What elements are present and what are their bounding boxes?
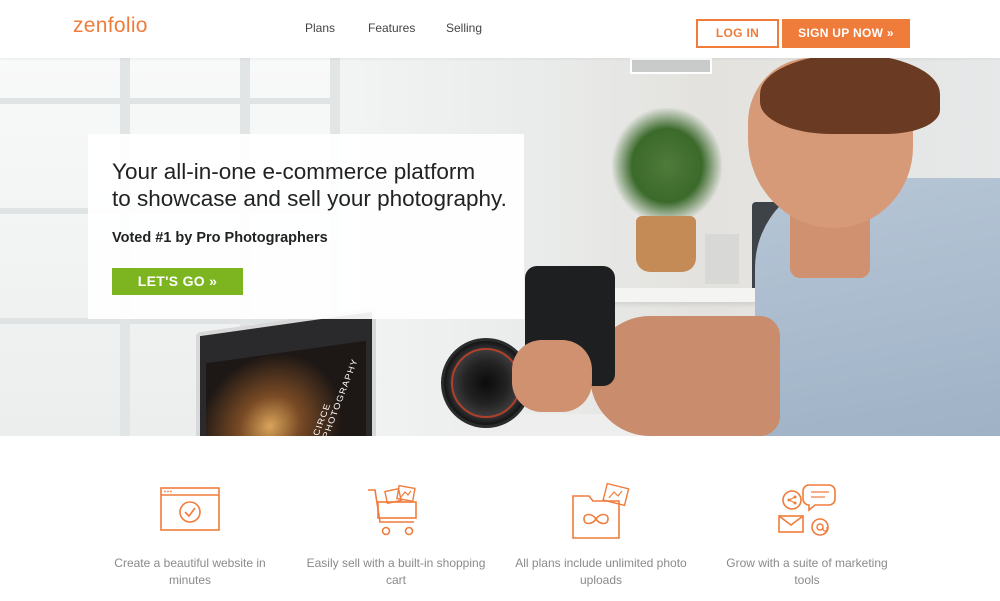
feature-uploads-line2: uploads <box>579 573 623 587</box>
plant-image <box>612 108 722 223</box>
unlimited-folder-icon <box>572 482 630 539</box>
hero-card: Your all-in-one e-commerce platform to s… <box>88 134 524 319</box>
marketing-icon <box>778 484 836 536</box>
shopping-cart-icon <box>368 484 417 536</box>
features-section: Create a beautiful website in minutes Ea… <box>0 436 1000 601</box>
lets-go-button[interactable]: LET'S GO » <box>112 268 243 295</box>
photographer-arm <box>590 316 780 436</box>
nav-plans[interactable]: Plans <box>305 21 335 35</box>
photographer-hand <box>512 340 592 412</box>
nav-features[interactable]: Features <box>368 21 415 35</box>
feature-marketing-line1: Grow with a suite of marketing <box>726 556 888 570</box>
feature-shopping-cart: Easily sell with a built-in shopping car… <box>306 482 486 589</box>
login-button[interactable]: LOG IN <box>696 19 779 48</box>
site-header: zenfolio Plans Features Selling LOG IN S… <box>0 0 1000 58</box>
nav-selling[interactable]: Selling <box>446 21 482 35</box>
hero-title: Your all-in-one e-commerce platform to s… <box>112 158 532 212</box>
feature-uploads-line1: All plans include unlimited photo <box>515 556 687 570</box>
feature-website-line2: minutes <box>168 573 212 587</box>
plant-pot <box>636 216 696 272</box>
feature-website-line1: Create a beautiful website in <box>114 556 266 570</box>
hero-subtitle: Voted #1 by Pro Photographers <box>112 230 328 246</box>
website-check-icon <box>160 487 220 531</box>
feature-marketing-line2: tools <box>794 573 820 587</box>
feature-cart-line1: Easily sell with a built-in shopping <box>306 556 486 570</box>
camera-lens-ring <box>451 348 521 418</box>
hero-title-line1: Your all-in-one e-commerce platform <box>112 159 476 184</box>
pencil-cup <box>705 234 739 284</box>
hero-title-line2: to showcase and sell your photography. <box>112 186 507 211</box>
signup-button[interactable]: SIGN UP NOW » <box>782 19 910 48</box>
wall-picture <box>630 58 712 74</box>
feature-website: Create a beautiful website in minutes <box>100 482 280 589</box>
feature-unlimited-uploads: All plans include unlimited photo upload… <box>511 482 691 589</box>
photographer-hair <box>760 58 940 134</box>
feature-marketing: Grow with a suite of marketing tools <box>717 482 897 589</box>
feature-cart-line2: cart <box>385 573 406 587</box>
